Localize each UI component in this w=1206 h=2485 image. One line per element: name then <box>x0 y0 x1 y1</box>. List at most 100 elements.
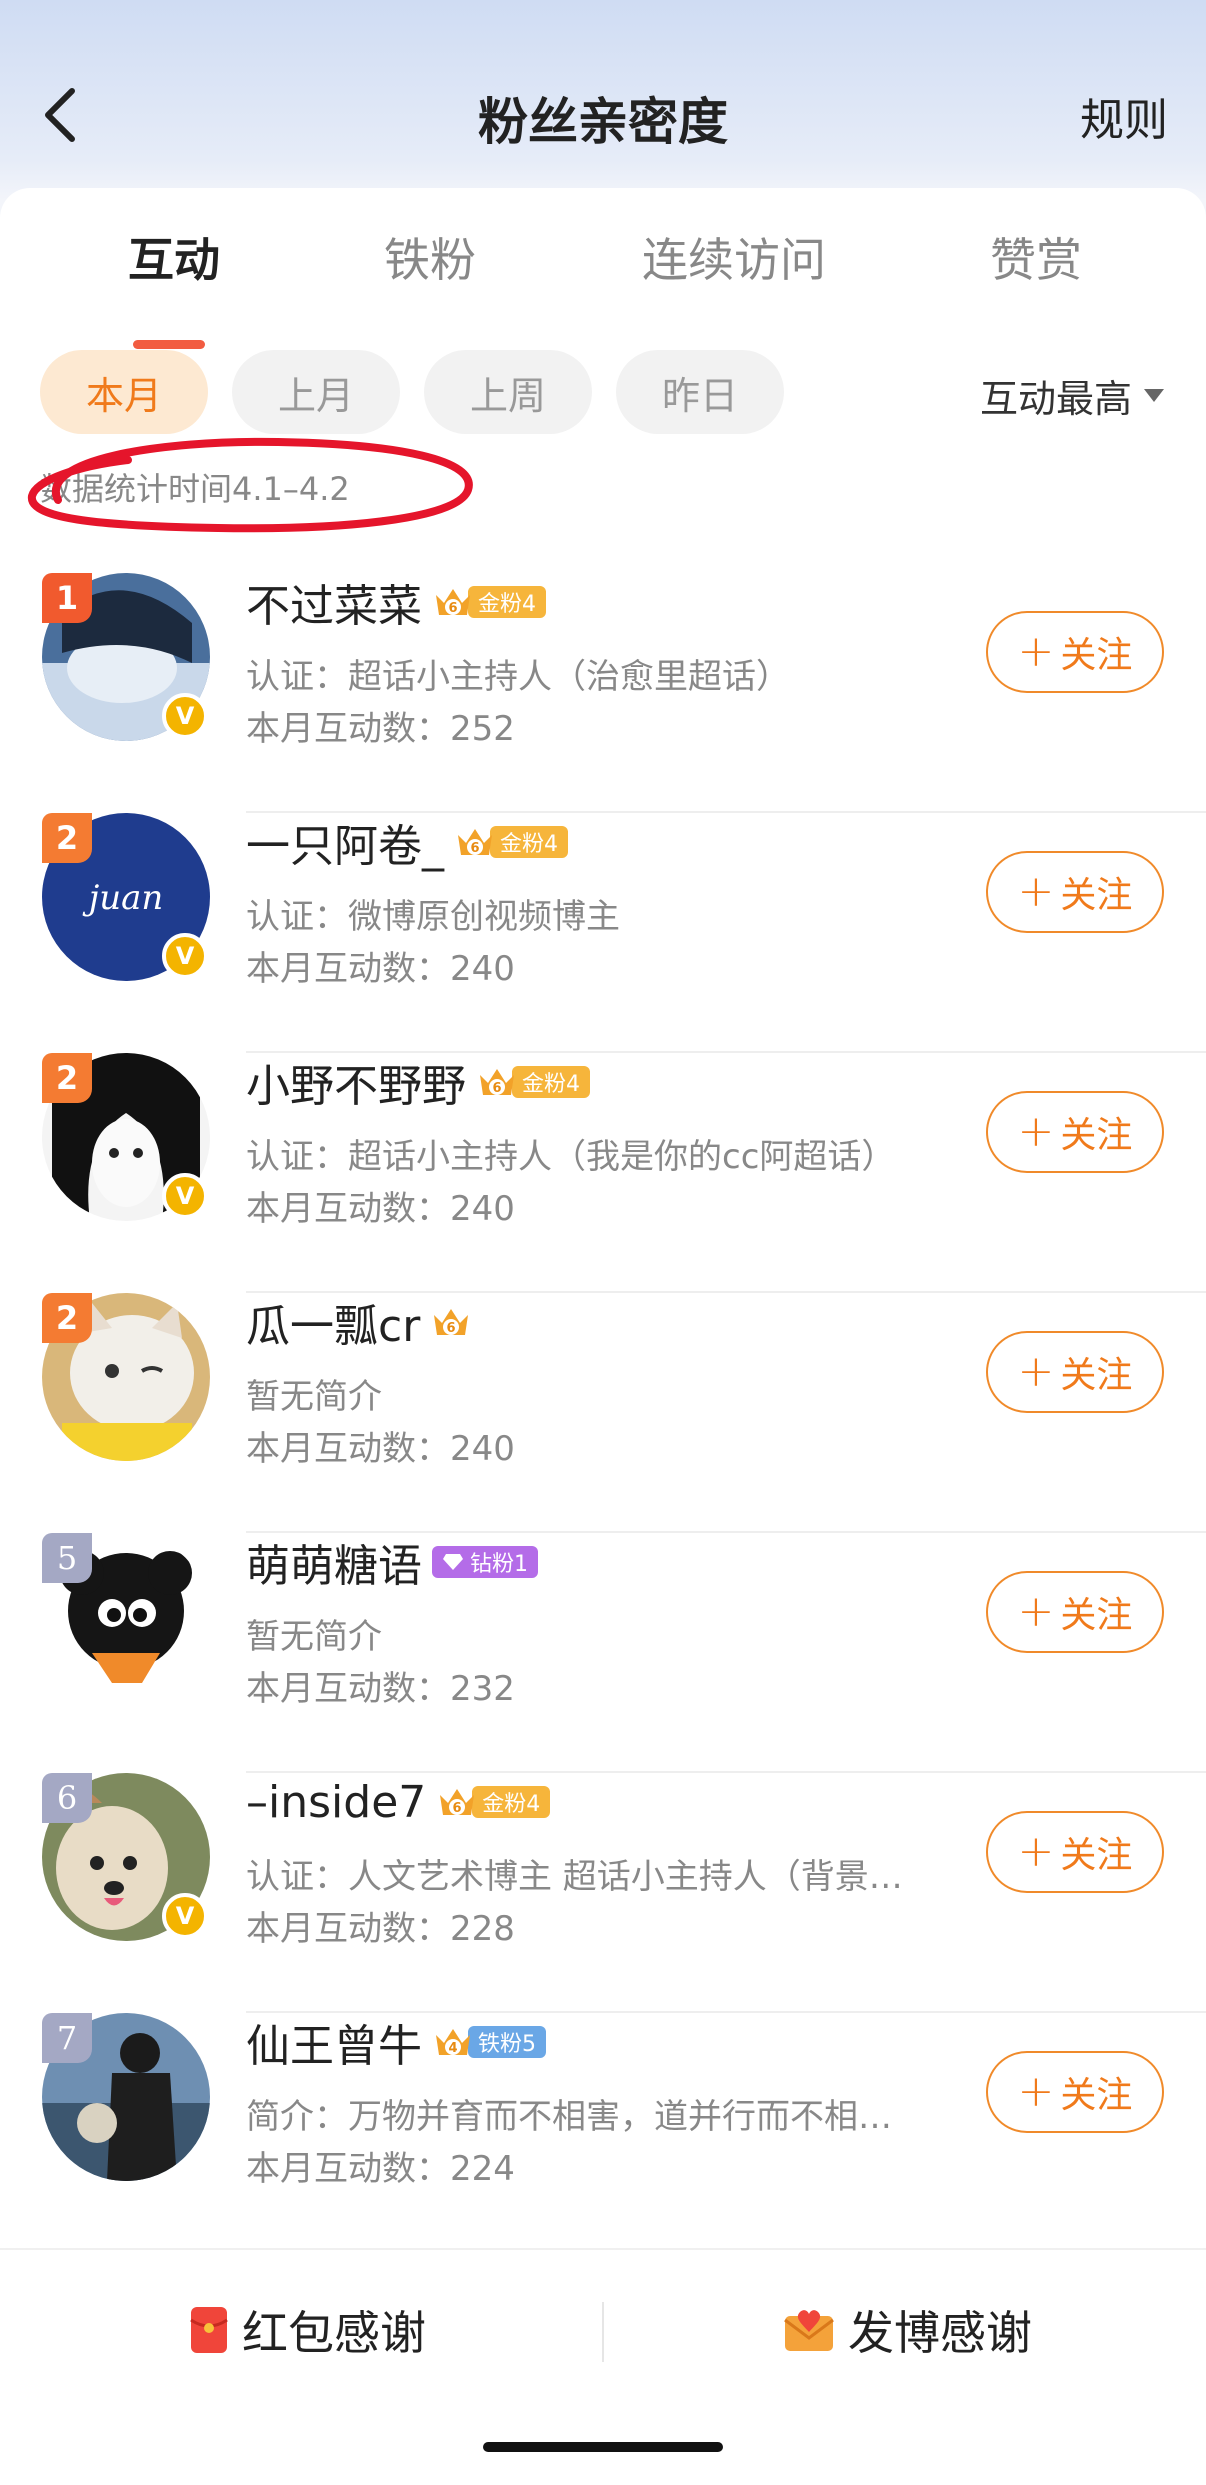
badge-text: 金粉4 <box>468 586 546 618</box>
tab-bar: 互动 铁粉 连续访问 赞赏 <box>0 224 1206 349</box>
list-item[interactable]: 6 V –inside7 6 金粉4 认证：人文艺术博主 超话小主持人（背景… … <box>0 1773 1206 2013</box>
interaction-count: 本月互动数：228 <box>246 1909 515 1949</box>
verified-icon: V <box>162 1173 208 1219</box>
follow-label: 关注 <box>1060 1115 1133 1156</box>
follow-button[interactable]: + 关注 <box>986 611 1164 693</box>
follow-label: 关注 <box>1060 2075 1133 2116</box>
interaction-count: 本月互动数：240 <box>246 949 515 989</box>
page-title: 粉丝亲密度 <box>478 93 728 151</box>
badge-text: 金粉4 <box>512 1066 590 1098</box>
follow-button[interactable]: + 关注 <box>986 851 1164 933</box>
plus-icon: + <box>1017 1826 1055 1877</box>
rank-badge: 2 <box>42 1053 92 1103</box>
rank-badge: 2 <box>42 813 92 863</box>
plus-icon: + <box>1017 866 1055 917</box>
list-item[interactable]: 7 仙王曾牛 4 铁粉5 简介：万物并育而不相害，道并行而不相… 本月互动数：2… <box>0 2013 1206 2253</box>
red-packet-icon <box>190 2307 228 2353</box>
envelope-heart-icon <box>784 2310 834 2351</box>
follow-button[interactable]: + 关注 <box>986 2051 1164 2133</box>
fan-description: 简介：万物并育而不相害，道并行而不相… <box>246 2097 892 2137</box>
fan-level-badge: 6 金粉4 <box>436 1781 551 1823</box>
fan-description: 认证：超话小主持人（治愈里超话） <box>246 657 790 697</box>
follow-label: 关注 <box>1060 1355 1133 1396</box>
list-item[interactable]: 2 瓜一瓢cr 6 暂无简介 本月互动数：240 + 关注 <box>0 1293 1206 1533</box>
plus-icon: + <box>1017 2066 1055 2117</box>
list-item[interactable]: 2 V 小野不野野 6 金粉4 认证：超话小主持人（我是你的cc阿超话） 本月互… <box>0 1053 1206 1293</box>
post-thanks-label: 发博感谢 <box>848 2306 1032 2360</box>
svg-text:4: 4 <box>448 2041 457 2056</box>
fan-description: 暂无简介 <box>246 1617 382 1657</box>
fan-name[interactable]: 不过菜菜 <box>246 570 422 634</box>
interaction-count: 本月互动数：224 <box>246 2149 515 2189</box>
follow-label: 关注 <box>1060 875 1133 916</box>
fan-level-badge: 6 金粉4 <box>476 1061 590 1103</box>
rank-badge: 6 <box>42 1773 92 1823</box>
fan-name[interactable]: 一只阿卷_ <box>246 810 444 874</box>
fan-level-badge: 6 金粉4 <box>454 821 568 863</box>
divider <box>602 2302 604 2362</box>
verified-icon: V <box>162 933 208 979</box>
verified-icon: V <box>162 1893 208 1939</box>
follow-label: 关注 <box>1060 1595 1133 1636</box>
svg-text:6: 6 <box>448 601 457 616</box>
rank-badge: 7 <box>42 2013 92 2063</box>
crown-icon: 6 <box>440 1789 475 1816</box>
crown-icon: 6 <box>458 829 492 856</box>
fan-name[interactable]: 瓜一瓢cr <box>246 1290 420 1354</box>
main-card: 互动 铁粉 连续访问 赞赏 本月 上月 上周 昨日 互动最高 数据统计时间4.1… <box>0 188 1206 2485</box>
interaction-count: 本月互动数：240 <box>246 1189 515 1229</box>
follow-button[interactable]: + 关注 <box>986 1571 1164 1653</box>
red-annotation-circle <box>27 437 473 533</box>
caret-down-icon <box>1144 389 1164 402</box>
chip-yesterday[interactable]: 昨日 <box>616 350 784 434</box>
list-item[interactable]: juan 2 V 一只阿卷_ 6 金粉4 认证：微博原创视频博主 本月互动数：2… <box>0 813 1206 1053</box>
svg-text:6: 6 <box>447 1321 456 1336</box>
plus-icon: + <box>1017 1586 1055 1637</box>
sort-dropdown[interactable]: 互动最高 <box>980 368 1164 423</box>
svg-text:6: 6 <box>453 1801 462 1816</box>
follow-button[interactable]: + 关注 <box>986 1091 1164 1173</box>
fan-name[interactable]: 小野不野野 <box>246 1050 466 1114</box>
fan-name[interactable]: –inside7 <box>246 1777 426 1828</box>
plus-icon: + <box>1017 626 1055 677</box>
follow-label: 关注 <box>1060 635 1133 676</box>
tab-active-indicator <box>133 340 205 349</box>
follow-button[interactable]: + 关注 <box>986 1811 1164 1893</box>
header: 粉丝亲密度 规则 <box>0 0 1206 190</box>
home-indicator <box>483 2442 723 2452</box>
fan-level-badge: 4 铁粉5 <box>432 2021 546 2063</box>
red-packet-thanks-button[interactable]: 红包感谢 <box>190 2250 426 2410</box>
plus-icon: + <box>1017 1346 1055 1397</box>
list-item[interactable]: 1 V 不过菜菜 6 金粉4 认证：超话小主持人（治愈里超话） 本月互动数：25… <box>0 573 1206 813</box>
fan-description: 认证：人文艺术博主 超话小主持人（背景… <box>246 1857 903 1897</box>
fan-description: 认证：超话小主持人（我是你的cc阿超话） <box>246 1137 896 1177</box>
diamond-icon <box>443 1554 463 1570</box>
follow-button[interactable]: + 关注 <box>986 1331 1164 1413</box>
svg-text:6: 6 <box>470 841 479 856</box>
fan-name[interactable]: 仙王曾牛 <box>246 2010 422 2074</box>
interaction-count: 本月互动数：232 <box>246 1669 515 1709</box>
fan-level-badge: 6 金粉4 <box>432 581 546 623</box>
tab-consecutive-visits[interactable]: 连续访问 <box>642 224 826 290</box>
follow-label: 关注 <box>1060 1835 1133 1876</box>
tab-iron-fans[interactable]: 铁粉 <box>384 224 476 290</box>
interaction-count: 本月互动数：240 <box>246 1429 515 1469</box>
interaction-count: 本月互动数：252 <box>246 709 515 749</box>
list-item[interactable]: 5 萌萌糖语 钻粉1 暂无简介 本月互动数：232 + 关注 <box>0 1533 1206 1773</box>
red-packet-label: 红包感谢 <box>242 2306 426 2360</box>
badge-text: 铁粉5 <box>468 2026 546 2058</box>
svg-text:juan: juan <box>82 878 164 918</box>
fan-description: 认证：微博原创视频博主 <box>246 897 620 937</box>
fan-name[interactable]: 萌萌糖语 <box>246 1530 422 1594</box>
tab-rewards[interactable]: 赞赏 <box>990 224 1082 290</box>
rank-badge: 2 <box>42 1293 92 1343</box>
badge-text: 金粉4 <box>472 1786 551 1818</box>
fan-level-badge: 6 <box>430 1301 472 1343</box>
plus-icon: + <box>1017 1106 1055 1157</box>
tab-interaction[interactable]: 互动 <box>128 224 220 290</box>
rank-badge: 5 <box>42 1533 92 1583</box>
rules-button[interactable]: 规则 <box>1080 84 1168 148</box>
post-thanks-button[interactable]: 发博感谢 <box>784 2250 1032 2410</box>
crown-icon: 4 <box>436 2029 470 2056</box>
fan-description: 暂无简介 <box>246 1377 382 1417</box>
